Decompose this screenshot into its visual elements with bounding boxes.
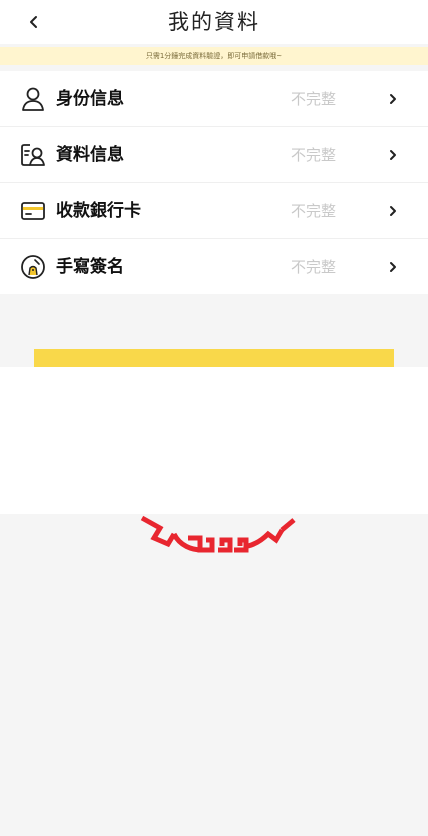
menu-item-signature[interactable]: 手寫簽名 不完整: [0, 239, 428, 294]
status-text: 不完整: [291, 146, 337, 164]
menu-item-profile[interactable]: 資料信息 不完整: [0, 127, 428, 183]
status-text: 不完整: [291, 202, 337, 220]
user-icon: [22, 87, 44, 111]
submit-button-bar[interactable]: [34, 349, 394, 367]
menu-item-identity[interactable]: 身份信息 不完整: [0, 71, 428, 127]
chevron-right-icon: [390, 262, 396, 272]
chevron-right-icon: [390, 206, 396, 216]
chevron-right-icon: [390, 150, 396, 160]
notice-banner: 只需1分鐘完成資料驗證，即可申請借款哦~: [0, 47, 428, 65]
profile-menu: 身份信息 不完整 資料信息 不完整 收款銀行卡 不完整 手寫簽名 不完整: [0, 71, 428, 294]
credit-card-icon: [21, 202, 45, 220]
menu-item-label: 資料信息: [56, 145, 124, 165]
menu-item-label: 手寫簽名: [56, 257, 124, 277]
menu-item-bank-card[interactable]: 收款銀行卡 不完整: [0, 183, 428, 239]
menu-item-label: 身份信息: [56, 89, 124, 109]
chevron-right-icon: [390, 94, 396, 104]
top-bar: 我的資料: [0, 0, 428, 44]
menu-item-label: 收款銀行卡: [56, 201, 141, 221]
page-title: 我的資料: [168, 10, 260, 34]
signature-icon: [21, 255, 45, 279]
profile-card-icon: [21, 144, 45, 166]
red-greek-key-ornament: [140, 515, 296, 553]
blank-overlay-panel: [0, 367, 428, 514]
status-text: 不完整: [291, 90, 337, 108]
status-text: 不完整: [291, 258, 337, 276]
